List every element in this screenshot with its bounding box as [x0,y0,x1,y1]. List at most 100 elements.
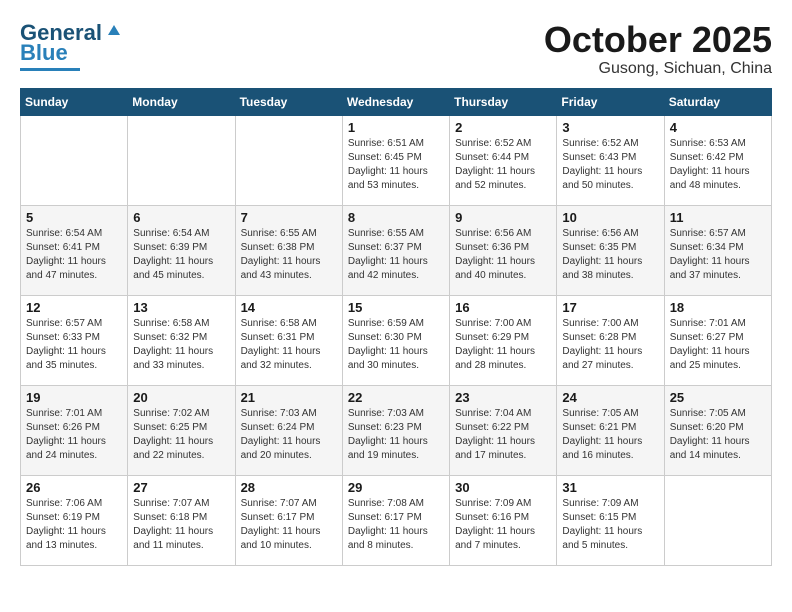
day-number: 26 [26,480,122,495]
day-number: 6 [133,210,229,225]
title-section: October 2025 Gusong, Sichuan, China [544,20,772,78]
day-number: 1 [348,120,444,135]
calendar-cell [21,115,128,205]
day-number: 29 [348,480,444,495]
day-info: Sunrise: 7:05 AMSunset: 6:21 PMDaylight:… [562,407,658,463]
logo-underline [20,68,80,71]
day-number: 16 [455,300,551,315]
day-number: 2 [455,120,551,135]
day-number: 11 [670,210,766,225]
calendar-cell: 12Sunrise: 6:57 AMSunset: 6:33 PMDayligh… [21,295,128,385]
day-info: Sunrise: 6:57 AMSunset: 6:34 PMDaylight:… [670,227,766,283]
day-number: 27 [133,480,229,495]
day-number: 17 [562,300,658,315]
calendar-cell: 18 Sunrise: 7:01 AMSunset: 6:27 PMDayligh… [664,295,771,385]
day-number: 7 [241,210,337,225]
weekday-header-friday: Friday [557,88,664,115]
calendar-cell: 17 Sunrise: 7:00 AMSunset: 6:28 PMDayligh… [557,295,664,385]
calendar-cell: 22Sunrise: 7:03 AMSunset: 6:23 PMDayligh… [342,385,449,475]
weekday-header-tuesday: Tuesday [235,88,342,115]
calendar-cell: 3 Sunrise: 6:52 AMSunset: 6:43 PMDaylight… [557,115,664,205]
calendar-cell: 10Sunrise: 6:56 AMSunset: 6:35 PMDayligh… [557,205,664,295]
calendar-cell: 23Sunrise: 7:04 AMSunset: 6:22 PMDayligh… [450,385,557,475]
calendar-cell: 11 Sunrise: 6:57 AMSunset: 6:34 PMDayligh… [664,205,771,295]
calendar-week-row: 1 Sunrise: 6:51 AMSunset: 6:45 PMDaylight… [21,115,772,205]
day-info: Sunrise: 7:09 AMSunset: 6:16 PMDaylight:… [455,497,551,553]
calendar-cell: 25 Sunrise: 7:05 AMSunset: 6:20 PMDayligh… [664,385,771,475]
weekday-header-thursday: Thursday [450,88,557,115]
calendar-cell: 14 Sunrise: 6:58 AMSunset: 6:31 PMDayligh… [235,295,342,385]
calendar-cell: 15 Sunrise: 6:59 AMSunset: 6:30 PMDayligh… [342,295,449,385]
day-number: 22 [348,390,444,405]
day-number: 12 [26,300,122,315]
day-info: Sunrise: 6:58 AMSunset: 6:31 PMDaylight:… [241,317,337,373]
day-number: 25 [670,390,766,405]
day-info: Sunrise: 7:05 AMSunset: 6:20 PMDaylight:… [670,407,766,463]
calendar-cell: 21 Sunrise: 7:03 AMSunset: 6:24 PMDayligh… [235,385,342,475]
weekday-header-sunday: Sunday [21,88,128,115]
calendar-cell: 30 Sunrise: 7:09 AMSunset: 6:16 PMDayligh… [450,475,557,565]
calendar-week-row: 5Sunrise: 6:54 AMSunset: 6:41 PMDaylight… [21,205,772,295]
day-info: Sunrise: 6:54 AMSunset: 6:39 PMDaylight:… [133,227,229,283]
calendar-cell: 31 Sunrise: 7:09 AMSunset: 6:15 PMDayligh… [557,475,664,565]
calendar-cell: 13 Sunrise: 6:58 AMSunset: 6:32 PMDayligh… [128,295,235,385]
day-number: 23 [455,390,551,405]
day-number: 21 [241,390,337,405]
day-number: 28 [241,480,337,495]
day-info: Sunrise: 7:06 AMSunset: 6:19 PMDaylight:… [26,497,122,553]
location-title: Gusong, Sichuan, China [544,60,772,78]
day-number: 30 [455,480,551,495]
day-number: 13 [133,300,229,315]
calendar-table: SundayMondayTuesdayWednesdayThursdayFrid… [20,88,772,566]
day-info: Sunrise: 6:58 AMSunset: 6:32 PMDaylight:… [133,317,229,373]
day-info: Sunrise: 7:02 AMSunset: 6:25 PMDaylight:… [133,407,229,463]
logo: General Blue [20,20,122,71]
day-number: 18 [670,300,766,315]
calendar-cell: 16 Sunrise: 7:00 AMSunset: 6:29 PMDayligh… [450,295,557,385]
day-info: Sunrise: 7:01 AMSunset: 6:26 PMDaylight:… [26,407,122,463]
calendar-cell: 26 Sunrise: 7:06 AMSunset: 6:19 PMDayligh… [21,475,128,565]
calendar-cell: 2 Sunrise: 6:52 AMSunset: 6:44 PMDaylight… [450,115,557,205]
day-info: Sunrise: 6:55 AMSunset: 6:37 PMDaylight:… [348,227,444,283]
day-info: Sunrise: 6:55 AMSunset: 6:38 PMDaylight:… [241,227,337,283]
calendar-week-row: 19Sunrise: 7:01 AMSunset: 6:26 PMDayligh… [21,385,772,475]
logo-icon [104,21,122,39]
day-info: Sunrise: 7:00 AMSunset: 6:29 PMDaylight:… [455,317,551,373]
day-number: 31 [562,480,658,495]
day-number: 24 [562,390,658,405]
calendar-cell [128,115,235,205]
calendar-cell: 1 Sunrise: 6:51 AMSunset: 6:45 PMDaylight… [342,115,449,205]
day-info: Sunrise: 6:59 AMSunset: 6:30 PMDaylight:… [348,317,444,373]
day-number: 3 [562,120,658,135]
day-info: Sunrise: 6:54 AMSunset: 6:41 PMDaylight:… [26,227,122,283]
calendar-cell: 27 Sunrise: 7:07 AMSunset: 6:18 PMDayligh… [128,475,235,565]
calendar-cell: 8 Sunrise: 6:55 AMSunset: 6:37 PMDaylight… [342,205,449,295]
day-number: 14 [241,300,337,315]
calendar-cell: 28 Sunrise: 7:07 AMSunset: 6:17 PMDayligh… [235,475,342,565]
weekday-header-row: SundayMondayTuesdayWednesdayThursdayFrid… [21,88,772,115]
calendar-week-row: 12Sunrise: 6:57 AMSunset: 6:33 PMDayligh… [21,295,772,385]
calendar-cell: 20Sunrise: 7:02 AMSunset: 6:25 PMDayligh… [128,385,235,475]
calendar-cell: 5Sunrise: 6:54 AMSunset: 6:41 PMDaylight… [21,205,128,295]
calendar-cell: 29Sunrise: 7:08 AMSunset: 6:17 PMDayligh… [342,475,449,565]
logo-blue: Blue [20,40,68,66]
day-info: Sunrise: 7:09 AMSunset: 6:15 PMDaylight:… [562,497,658,553]
calendar-body: 1 Sunrise: 6:51 AMSunset: 6:45 PMDaylight… [21,115,772,565]
calendar-cell [235,115,342,205]
day-number: 15 [348,300,444,315]
day-number: 10 [562,210,658,225]
day-info: Sunrise: 6:51 AMSunset: 6:45 PMDaylight:… [348,137,444,193]
calendar-cell: 19Sunrise: 7:01 AMSunset: 6:26 PMDayligh… [21,385,128,475]
day-info: Sunrise: 7:00 AMSunset: 6:28 PMDaylight:… [562,317,658,373]
weekday-header-monday: Monday [128,88,235,115]
day-info: Sunrise: 7:07 AMSunset: 6:18 PMDaylight:… [133,497,229,553]
calendar-header: SundayMondayTuesdayWednesdayThursdayFrid… [21,88,772,115]
day-info: Sunrise: 6:52 AMSunset: 6:43 PMDaylight:… [562,137,658,193]
page-header: General Blue October 2025 Gusong, Sichua… [20,20,772,78]
day-info: Sunrise: 7:03 AMSunset: 6:24 PMDaylight:… [241,407,337,463]
day-info: Sunrise: 7:01 AMSunset: 6:27 PMDaylight:… [670,317,766,373]
calendar-cell [664,475,771,565]
day-info: Sunrise: 7:07 AMSunset: 6:17 PMDaylight:… [241,497,337,553]
day-number: 8 [348,210,444,225]
day-info: Sunrise: 6:52 AMSunset: 6:44 PMDaylight:… [455,137,551,193]
